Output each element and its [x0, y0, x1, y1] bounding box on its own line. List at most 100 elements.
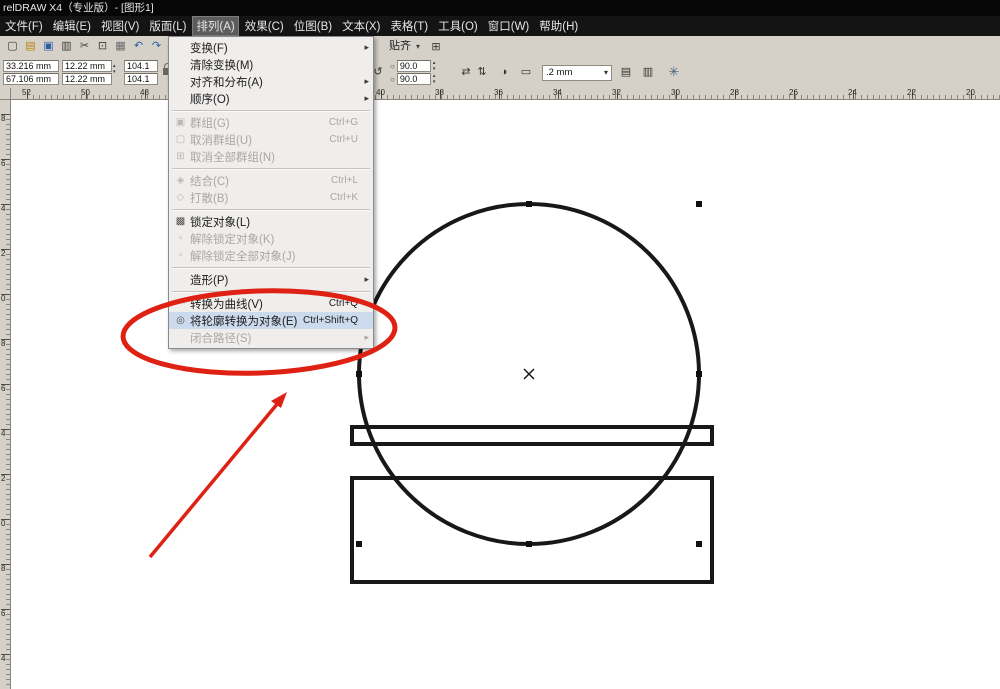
size-spinner[interactable]: ▴ ▾ [113, 63, 116, 75]
ruler-label: 8 [1, 339, 6, 348]
ruler-label: 26 [789, 88, 798, 97]
unlock-all-icon: ▫ [178, 250, 183, 261]
menubar-item-edit[interactable]: 编辑(E) [49, 16, 95, 36]
menu-item-combine: ◈ 结合(C) Ctrl+L [169, 172, 373, 189]
menubar-item-bitmaps[interactable]: 位图(B) [290, 16, 336, 36]
redo-icon[interactable]: ↷ [148, 38, 165, 55]
menu-item-label: 锁定对象(L) [190, 216, 251, 229]
ruler-label: 0 [1, 294, 6, 303]
menu-item-label: 造形(P) [190, 274, 229, 287]
submenu-arrow-icon: ▸ [364, 93, 369, 103]
cut-icon[interactable]: ✂ [76, 38, 93, 55]
ruler-label: 4 [1, 429, 6, 438]
window-title: relDRAW X4（专业版）- [图形1] [3, 2, 154, 14]
scale-y-field[interactable]: 104.1 [124, 73, 158, 85]
menubar-item-arrange[interactable]: 排列(A) [192, 16, 239, 36]
undo-icon[interactable]: ↶ [130, 38, 147, 55]
menu-separator [172, 209, 370, 210]
ruler-label: 34 [553, 88, 562, 97]
menu-item-transform[interactable]: 变换(F) ▸ [169, 39, 373, 56]
angle-icon: ○ [390, 61, 395, 71]
vertical-ruler[interactable]: 8 6 4 2 0 8 6 4 2 0 8 6 4 [0, 100, 11, 689]
menubar-item-effects[interactable]: 效果(C) [241, 16, 288, 36]
unlock-icon: ▫ [178, 233, 183, 244]
menu-item-order[interactable]: 顺序(O) ▸ [169, 90, 373, 107]
arc-shape-icon[interactable]: ◑ [496, 64, 512, 80]
paste-icon[interactable]: ▦ [112, 38, 129, 55]
mirror-vertical-button[interactable]: ⇅ [474, 64, 490, 80]
menubar-item-tools[interactable]: 工具(O) [434, 16, 482, 36]
menu-shortcut: Ctrl+U [329, 134, 358, 145]
angle-spinner[interactable]: ▴ ▾ [433, 60, 436, 72]
text-wrap-icon[interactable]: ▤ [618, 64, 634, 80]
ruler-label: 36 [494, 88, 503, 97]
ruler-label: 4 [1, 204, 6, 213]
canvas-area[interactable] [11, 100, 1000, 689]
app-window: { "window": { "title": "relDRAW X4（专业版）-… [0, 0, 1000, 689]
menubar-item-layout[interactable]: 版面(L) [145, 16, 190, 36]
options-gear-icon[interactable]: ✳ [666, 64, 682, 80]
menubar-item-view[interactable]: 视图(V) [97, 16, 143, 36]
frame-icon[interactable]: ▭ [518, 64, 534, 80]
menubar-item-table[interactable]: 表格(T) [386, 16, 432, 36]
menu-separator [172, 110, 370, 111]
standard-toolbar-icons: ▢ ▤ ▣ ▥ ✂ ⊡ ▦ ↶ ↷ [4, 38, 165, 55]
spinner-down-icon[interactable]: ▾ [113, 69, 116, 75]
outline-width-select[interactable]: .2 mm ▾ [542, 65, 612, 81]
menu-item-group: ▣ 群组(G) Ctrl+G [169, 114, 373, 131]
menu-item-ungroup: ▢ 取消群组(U) Ctrl+U [169, 131, 373, 148]
grid-options-icon[interactable]: ⊞ [428, 39, 444, 55]
format-icon[interactable]: ▥ [640, 64, 656, 80]
menu-item-label: 取消全部群组(N) [190, 151, 275, 164]
break-apart-icon: ◇ [176, 192, 185, 203]
menu-item-unlock-all: ▫ 解除锁定全部对象(J) [169, 247, 373, 264]
menu-item-lock-object[interactable]: ▩ 锁定对象(L) [169, 213, 373, 230]
horizontal-ruler[interactable]: 5250484644424038363432302826242220 [11, 88, 1000, 100]
menubar-item-help[interactable]: 帮助(H) [535, 16, 582, 36]
scale-x-field[interactable]: 104.1 [124, 60, 158, 72]
menu-bar: 文件(F) 编辑(E) 视图(V) 版面(L) 排列(A) 效果(C) 位图(B) 文本(X)… [0, 16, 1000, 36]
open-icon[interactable]: ▤ [22, 38, 39, 55]
submenu-arrow-icon: ▸ [364, 76, 369, 86]
position-x-field[interactable]: 33.216 mm [3, 60, 59, 72]
outline-object-icon: ◎ [176, 315, 185, 326]
snap-to-dropdown[interactable]: 贴齐 ▾ [385, 39, 424, 54]
print-icon[interactable]: ▥ [58, 38, 75, 55]
size-height-field[interactable]: 12.22 mm [62, 73, 112, 85]
angle-spinner[interactable]: ▴ ▾ [433, 73, 436, 85]
outline-width-value: .2 mm [546, 67, 573, 78]
object-position-group: 33.216 mm 67.106 mm [3, 60, 59, 86]
skew-angle-field[interactable]: 90.0 [396, 72, 431, 85]
object-size-group: 12.22 mm 12.22 mm [62, 60, 112, 86]
menu-item-label: 变换(F) [190, 42, 228, 55]
ruler-origin-button[interactable] [0, 88, 11, 100]
new-document-icon[interactable]: ▢ [4, 38, 21, 55]
menubar-item-text[interactable]: 文本(X) [338, 16, 384, 36]
menu-shortcut: Ctrl+G [328, 117, 358, 128]
ruler-label: 2 [1, 249, 6, 258]
ruler-label: 6 [1, 609, 6, 618]
lock-icon: ▩ [175, 216, 186, 227]
menu-item-label: 清除变换(M) [190, 59, 254, 72]
menubar-item-window[interactable]: 窗口(W) [484, 16, 534, 36]
save-icon[interactable]: ▣ [40, 38, 57, 55]
menubar-item-file[interactable]: 文件(F) [1, 16, 47, 36]
menu-item-convert-to-curves[interactable]: ◠ 转换为曲线(V) Ctrl+Q [169, 295, 373, 312]
size-width-field[interactable]: 12.22 mm [62, 60, 112, 72]
mirror-horizontal-button[interactable]: ⇄ [458, 64, 474, 80]
rotation-angle-field[interactable]: 90.0 [396, 59, 431, 72]
submenu-arrow-icon: ▸ [364, 332, 369, 342]
menu-item-clear-transform[interactable]: 清除变换(M) [169, 56, 373, 73]
menu-shortcut: Ctrl+Q [328, 298, 358, 309]
ruler-label: 32 [612, 88, 621, 97]
menu-shortcut: Ctrl+Shift+Q [302, 315, 358, 326]
group-icon: ▣ [175, 117, 186, 128]
menu-item-align-distribute[interactable]: 对齐和分布(A) ▸ [169, 73, 373, 90]
position-y-field[interactable]: 67.106 mm [3, 73, 59, 85]
menu-item-label: 解除锁定全部对象(J) [190, 250, 296, 263]
menu-item-outline-to-object[interactable]: ◎ 将轮廓转换为对象(E) Ctrl+Shift+Q [169, 312, 373, 329]
copy-icon[interactable]: ⊡ [94, 38, 111, 55]
menu-item-ungroup-all: ⊞ 取消全部群组(N) [169, 148, 373, 165]
menu-item-shaping[interactable]: 造形(P) ▸ [169, 271, 373, 288]
menu-item-label: 结合(C) [190, 175, 229, 188]
